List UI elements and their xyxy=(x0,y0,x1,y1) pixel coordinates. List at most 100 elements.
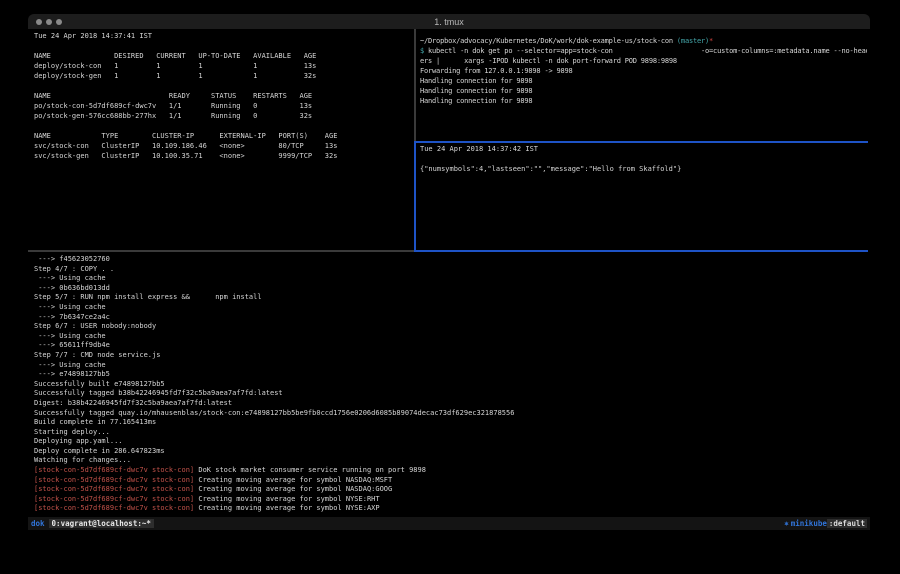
text-segment: Tue 24 Apr 2018 14:37:41 IST xyxy=(34,32,152,40)
text-segment: ---> Using cache xyxy=(34,361,106,369)
terminal-line: po/stock-gen-576cc688bb-277hx 1/1 Runnin… xyxy=(34,111,412,121)
text-segment: Successfully tagged b38b42246945fd7f32c5… xyxy=(34,389,283,397)
pane-divider-vertical-active[interactable] xyxy=(414,141,416,252)
terminal-line: Digest: b38b42246945fd7f32c5ba9aea7af7fd… xyxy=(34,399,867,409)
text-segment: [stock-con-5d7df689cf-dwc7v stock-con] xyxy=(34,466,194,474)
terminal-line: Starting deploy... xyxy=(34,428,867,438)
terminal-line: NAME TYPE CLUSTER-IP EXTERNAL-IP PORT(S)… xyxy=(34,131,412,141)
terminal-line: ~/Dropbox/advocacy/Kubernetes/DoK/work/d… xyxy=(420,36,867,46)
text-segment: ---> e74898127bb5 xyxy=(34,370,110,378)
text-segment: Step 6/7 : USER nobody:nobody xyxy=(34,322,156,330)
terminal-line: ers | xargs -IPOD kubectl -n dok port-fo… xyxy=(420,56,867,66)
text-segment: Handling connection for 9898 xyxy=(420,77,532,85)
terminal-line: ---> Using cache xyxy=(34,332,867,342)
pane-service-output[interactable]: Tue 24 Apr 2018 14:37:42 IST {"numsymbol… xyxy=(420,144,867,249)
terminal-line: Successfully tagged b38b42246945fd7f32c5… xyxy=(34,389,867,399)
text-segment: NAME READY STATUS RESTARTS AGE xyxy=(34,92,312,100)
text-segment: Build complete in 77.165413ms xyxy=(34,418,156,426)
text-segment: Creating moving average for symbol NASDA… xyxy=(194,485,392,493)
text-segment: Deploy complete in 286.647823ms xyxy=(34,447,165,455)
text-segment: Creating moving average for symbol NASDA… xyxy=(194,476,392,484)
text-segment: [stock-con-5d7df689cf-dwc7v stock-con] xyxy=(34,504,194,512)
pane-divider-vertical-inactive[interactable] xyxy=(414,29,416,141)
text-segment: Successfully tagged quay.io/mhausenblas/… xyxy=(34,409,514,417)
status-right: ⎈ minikube :default xyxy=(784,519,870,528)
terminal-line: [stock-con-5d7df689cf-dwc7v stock-con] C… xyxy=(34,485,867,495)
pane-kubectl-overview[interactable]: Tue 24 Apr 2018 14:37:41 IST NAME DESIRE… xyxy=(34,31,412,248)
text-segment: ---> Using cache xyxy=(34,303,106,311)
text-segment: Handling connection for 9898 xyxy=(420,87,532,95)
session-name[interactable]: dok xyxy=(28,519,49,528)
terminal-line: [stock-con-5d7df689cf-dwc7v stock-con] C… xyxy=(34,504,867,514)
text-segment: Watching for changes... xyxy=(34,456,131,464)
pane-skaffold-build-log[interactable]: ---> f45623052760 Step 4/7 : COPY . . ---… xyxy=(34,255,867,515)
terminal-line: ---> f45623052760 xyxy=(34,255,867,265)
terminal-line: $ kubectl -n dok get po --selector=app=s… xyxy=(420,46,867,56)
pane-divider-horizontal-active-bottom[interactable] xyxy=(414,250,868,252)
text-segment: ---> 65611ff9db4e xyxy=(34,341,110,349)
terminal-line: ---> Using cache xyxy=(34,274,867,284)
terminal-line: Deploy complete in 286.647823ms xyxy=(34,447,867,457)
terminal-line: {"numsymbols":4,"lastseen":"","message":… xyxy=(420,164,867,174)
text-segment xyxy=(34,42,38,50)
terminal-line: NAME DESIRED CURRENT UP-TO-DATE AVAILABL… xyxy=(34,51,412,61)
pane-divider-horizontal-active-top[interactable] xyxy=(414,141,868,143)
text-segment: DoK stock market consumer service runnin… xyxy=(194,466,426,474)
kubernetes-helm-icon: ⎈ xyxy=(784,519,789,528)
text-segment: NAME DESIRED CURRENT UP-TO-DATE AVAILABL… xyxy=(34,52,316,60)
terminal-line xyxy=(34,121,412,131)
text-segment: $ xyxy=(420,47,428,55)
text-segment: Creating moving average for symbol NYSE:… xyxy=(194,504,379,512)
terminal-line xyxy=(420,154,867,164)
terminal-line: svc/stock-gen ClusterIP 10.100.35.71 <no… xyxy=(34,151,412,161)
terminal-line: deploy/stock-con 1 1 1 1 13s xyxy=(34,61,412,71)
text-segment: Step 4/7 : COPY . . xyxy=(34,265,114,273)
text-segment: ---> 7b6347ce2a4c xyxy=(34,313,110,321)
terminal-line: [stock-con-5d7df689cf-dwc7v stock-con] D… xyxy=(34,466,867,476)
terminal-line: ---> 65611ff9db4e xyxy=(34,341,867,351)
terminal-line: ---> 0b636bd013dd xyxy=(34,284,867,294)
terminal-line: Successfully tagged quay.io/mhausenblas/… xyxy=(34,409,867,419)
terminal-line: svc/stock-con ClusterIP 10.109.186.46 <n… xyxy=(34,141,412,151)
text-segment xyxy=(34,122,38,130)
kube-namespace-label: :default xyxy=(827,519,867,528)
terminal-line: Handling connection for 9898 xyxy=(420,86,867,96)
pane-divider-horizontal-inactive[interactable] xyxy=(28,250,414,252)
text-segment: deploy/stock-con 1 1 1 1 13s xyxy=(34,62,316,70)
current-window-item[interactable]: 0:vagrant@localhost:~* xyxy=(49,519,154,528)
terminal-line: [stock-con-5d7df689cf-dwc7v stock-con] C… xyxy=(34,476,867,486)
text-segment: [stock-con-5d7df689cf-dwc7v stock-con] xyxy=(34,495,194,503)
text-segment: po/stock-con-5d7df689cf-dwc7v 1/1 Runnin… xyxy=(34,102,312,110)
window-titlebar[interactable]: 1. tmux xyxy=(28,14,870,29)
terminal-line: ---> Using cache xyxy=(34,361,867,371)
terminal-line: Deploying app.yaml... xyxy=(34,437,867,447)
terminal-line: Step 5/7 : RUN npm install express && np… xyxy=(34,293,867,303)
text-segment: deploy/stock-gen 1 1 1 1 32s xyxy=(34,72,316,80)
text-segment: * xyxy=(709,37,713,45)
text-segment: ---> f45623052760 xyxy=(34,255,110,263)
terminal-line: Build complete in 77.165413ms xyxy=(34,418,867,428)
pane-port-forward[interactable]: ~/Dropbox/advocacy/Kubernetes/DoK/work/d… xyxy=(420,36,867,140)
terminal-line: Step 4/7 : COPY . . xyxy=(34,265,867,275)
text-segment: Step 7/7 : CMD node service.js xyxy=(34,351,160,359)
text-segment: Starting deploy... xyxy=(34,428,110,436)
text-segment: Creating moving average for symbol NYSE:… xyxy=(194,495,379,503)
text-segment: svc/stock-con ClusterIP 10.109.186.46 <n… xyxy=(34,142,337,150)
terminal-line: ---> 7b6347ce2a4c xyxy=(34,313,867,323)
tmux-status-bar: dok 0:vagrant@localhost:~* ⎈ minikube :d… xyxy=(28,517,870,530)
text-segment: (master) xyxy=(677,37,709,45)
terminal-line xyxy=(34,41,412,51)
text-segment: ~/Dropbox/advocacy/Kubernetes/DoK/work/d… xyxy=(420,37,677,45)
text-segment: [stock-con-5d7df689cf-dwc7v stock-con] xyxy=(34,476,194,484)
text-segment: {"numsymbols":4,"lastseen":"","message":… xyxy=(420,165,681,173)
text-segment: Digest: b38b42246945fd7f32c5ba9aea7af7fd… xyxy=(34,399,232,407)
text-segment: Step 5/7 : RUN npm install express && np… xyxy=(34,293,262,301)
text-segment: po/stock-gen-576cc688bb-277hx 1/1 Runnin… xyxy=(34,112,312,120)
text-segment xyxy=(34,82,38,90)
terminal-line: Step 7/7 : CMD node service.js xyxy=(34,351,867,361)
terminal-line: Handling connection for 9898 xyxy=(420,96,867,106)
terminal-line: Step 6/7 : USER nobody:nobody xyxy=(34,322,867,332)
desktop: 1. tmux Tue 24 Apr 2018 14:37:41 IST NAM… xyxy=(0,0,900,574)
kube-context-label: minikube xyxy=(791,519,827,528)
text-segment: [stock-con-5d7df689cf-dwc7v stock-con] xyxy=(34,485,194,493)
